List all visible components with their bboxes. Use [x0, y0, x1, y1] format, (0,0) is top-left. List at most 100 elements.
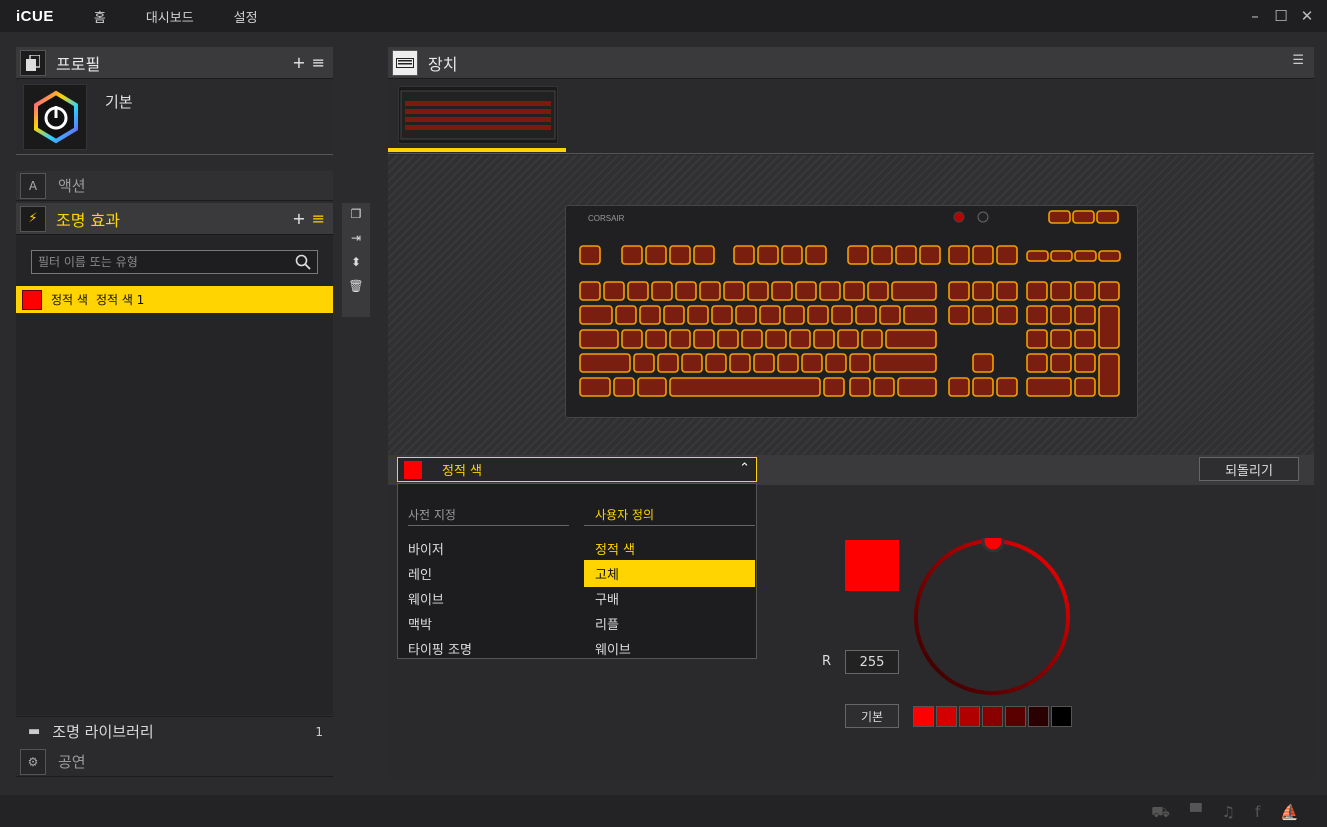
keyboard-key: [1074, 305, 1096, 325]
keyboard-key: [1098, 281, 1120, 301]
performance-row[interactable]: ⚙ 공연: [16, 747, 333, 777]
nav-dashboard[interactable]: 대시보드: [146, 7, 194, 26]
lighting-header: ⚡ 조명 효과 + ≡: [16, 203, 333, 235]
keyboard-key: [1026, 250, 1049, 262]
actions-row[interactable]: A 액션: [16, 171, 333, 201]
reorder-icon[interactable]: ⬍: [351, 255, 361, 269]
profile-logo-icon: [23, 84, 87, 150]
keyboard-key: [669, 377, 821, 397]
keyboard-preview[interactable]: CORSAIR: [565, 205, 1138, 418]
keyboard-key: [823, 377, 845, 397]
keyboard-key: [1074, 353, 1096, 373]
keyboard-key: [633, 353, 655, 373]
library-count: 1: [315, 724, 323, 739]
preset-color-swatch[interactable]: [1028, 706, 1049, 727]
keyboard-key: [579, 281, 601, 301]
trash-icon[interactable]: 🗑: [348, 279, 363, 293]
nav-settings[interactable]: 설정: [234, 7, 258, 26]
nav-home[interactable]: 홈: [94, 7, 106, 26]
preset-item[interactable]: 바이저: [408, 539, 444, 558]
title-bar: iCUE 홈 대시보드 설정 – ☐ ✕: [0, 0, 1327, 32]
chevron-up-icon[interactable]: ⌃: [739, 461, 750, 476]
preset-color-swatch[interactable]: [1005, 706, 1026, 727]
lighting-title: 조명 효과: [56, 210, 120, 230]
preset-color-swatch[interactable]: [959, 706, 980, 727]
custom-item[interactable]: 리플: [595, 614, 619, 633]
keyboard-key: [996, 281, 1018, 301]
custom-item[interactable]: 정적 색: [595, 539, 635, 558]
copy-icon[interactable]: ❐: [351, 207, 362, 221]
keyboard-key: [1026, 377, 1072, 397]
keyboard-key: [849, 353, 871, 373]
app-logo: iCUE: [16, 7, 54, 25]
keyboard-key: [871, 245, 893, 265]
custom-item-highlighted[interactable]: 고체: [584, 560, 755, 587]
keyboard-key: [693, 329, 715, 349]
add-effect-button[interactable]: +: [292, 209, 305, 228]
minimize-icon[interactable]: –: [1245, 6, 1265, 26]
keyboard-key: [1072, 210, 1095, 224]
keyboard-key: [1074, 329, 1096, 349]
keyboard-key: [861, 329, 883, 349]
corsair-icon[interactable]: ⛵: [1280, 803, 1299, 823]
preset-color-swatch[interactable]: [936, 706, 957, 727]
keyboard-key: [733, 245, 755, 265]
custom-item[interactable]: 구배: [595, 589, 619, 608]
effect-dropdown-menu: 사전 지정 사용자 정의 바이저 레인 웨이브 맥박 타이핑 조명 정적 색 고…: [397, 483, 757, 659]
effects-menu-icon[interactable]: ≡: [312, 209, 325, 228]
keyboard-key: [771, 281, 793, 301]
maximize-icon[interactable]: ☐: [1271, 6, 1291, 26]
preset-item[interactable]: 타이핑 조명: [408, 639, 472, 658]
profile-item[interactable]: 기본: [16, 79, 333, 155]
profiles-menu-icon[interactable]: ≡: [312, 53, 325, 72]
facebook-icon[interactable]: f: [1255, 803, 1260, 823]
profiles-icon: [20, 49, 46, 76]
keyboard-key: [897, 377, 937, 397]
preset-item[interactable]: 웨이브: [408, 589, 444, 608]
revert-button[interactable]: 되돌리기: [1199, 457, 1299, 481]
keyboard-key: [1050, 250, 1073, 262]
search-icon[interactable]: [295, 254, 311, 270]
color-handle: [981, 538, 1005, 553]
r-value-input[interactable]: 255: [845, 650, 899, 674]
import-icon[interactable]: ⇥: [351, 231, 361, 245]
actions-label: 액션: [58, 177, 86, 195]
custom-item[interactable]: 웨이브: [595, 639, 631, 658]
color-wheel[interactable]: [913, 538, 1073, 698]
effect-type-dropdown[interactable]: 정적 색 ⌃: [397, 457, 757, 482]
keyboard-key: [867, 281, 889, 301]
keyboard-key: [687, 305, 709, 325]
keyboard-key: [579, 245, 601, 265]
keyboard-brand: CORSAIR: [588, 214, 625, 223]
keyboard-key: [693, 245, 715, 265]
preset-color-swatch[interactable]: [982, 706, 1003, 727]
keyboard-key: [711, 305, 733, 325]
preset-item[interactable]: 맥박: [408, 614, 432, 633]
custom-header: 사용자 정의: [584, 506, 755, 526]
effect-filter-input[interactable]: [32, 255, 295, 269]
keyboard-key: [873, 353, 937, 373]
preset-item[interactable]: 레인: [408, 564, 432, 583]
devices-menu-icon[interactable]: ☰: [1292, 53, 1304, 68]
default-color-button[interactable]: 기본: [845, 704, 899, 728]
drive-icon[interactable]: ⛟: [1151, 803, 1170, 823]
library-row[interactable]: ▬ 조명 라이브러리 1: [16, 716, 333, 746]
keyboard-key: [885, 329, 937, 349]
keyboard-key: [819, 281, 841, 301]
keyboard-key: [807, 305, 829, 325]
effect-list-item[interactable]: 정적 색 정적 색 1: [16, 286, 333, 313]
add-profile-button[interactable]: +: [292, 53, 305, 72]
twitter-icon[interactable]: ♫: [1222, 803, 1235, 823]
filter-field[interactable]: [31, 250, 318, 274]
keyboard-key: [669, 245, 691, 265]
keyboard-thumbnail[interactable]: [398, 86, 558, 144]
keyboard-key: [996, 377, 1018, 397]
close-icon[interactable]: ✕: [1297, 6, 1317, 26]
chat-icon[interactable]: ▀: [1190, 803, 1202, 823]
keyboard-key: [825, 353, 847, 373]
preset-color-swatch[interactable]: [1051, 706, 1072, 727]
keyboard-key: [657, 353, 679, 373]
keyboard-key: [948, 281, 970, 301]
preset-color-swatch[interactable]: [913, 706, 934, 727]
window-controls: – ☐ ✕: [1245, 6, 1317, 26]
